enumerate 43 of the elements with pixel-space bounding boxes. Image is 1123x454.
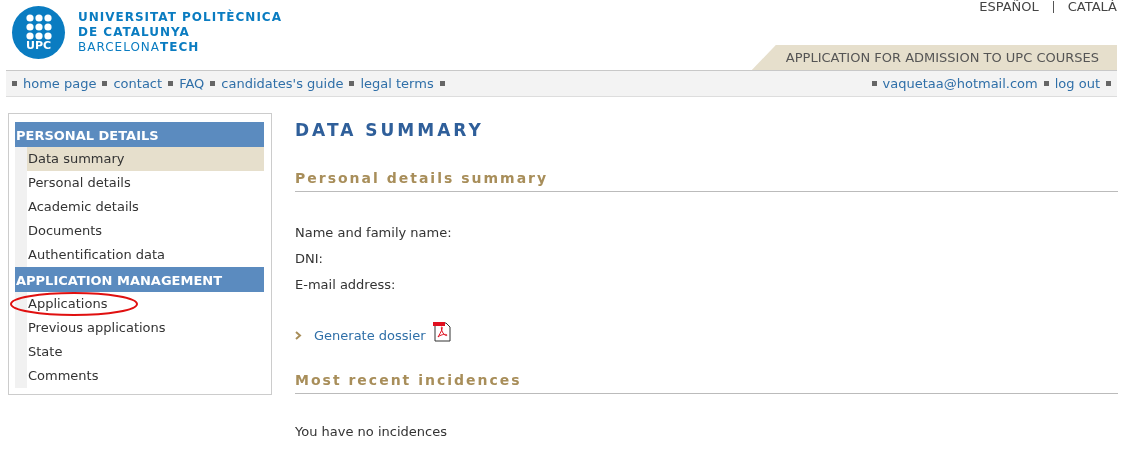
bullet-icon [210, 81, 216, 86]
sidebar-item[interactable]: Authentification data [27, 243, 264, 267]
bullet-icon [439, 81, 445, 86]
field-label: E-mail address: [295, 276, 397, 294]
sidebar-item[interactable]: Data summary [27, 147, 264, 171]
bullet-icon [168, 81, 174, 86]
sidebar-item[interactable]: Comments [27, 364, 264, 388]
sidebar-section-header: APPLICATION MANAGEMENT [15, 267, 264, 292]
sidebar-item[interactable]: State [27, 340, 264, 364]
nav-link[interactable]: contact [113, 73, 163, 94]
bullet-icon [349, 81, 355, 86]
generate-dossier-link[interactable]: Generate dossier [314, 326, 426, 346]
bullet-icon [871, 81, 877, 86]
chevron-icon [295, 331, 302, 341]
bullet-icon [102, 81, 108, 86]
dot-grid-icon [25, 14, 52, 40]
field-label: DNI: [295, 250, 324, 268]
bullet-icon [12, 81, 17, 86]
bullet-icon [1043, 81, 1049, 86]
sidebar-item[interactable]: Academic details [27, 195, 264, 219]
sidebar-item[interactable]: Documents [27, 219, 264, 243]
logo-badge-text: UPC [25, 40, 52, 51]
logo-text: UNIVERSITAT POLITÈCNICA [78, 10, 282, 25]
language-link[interactable]: ESPAÑOL [979, 0, 1039, 14]
page-title: DATA SUMMARY [295, 120, 485, 140]
sidebar-item[interactable]: Previous applications [27, 316, 264, 340]
nav-link[interactable]: home page [23, 73, 97, 94]
user-link[interactable]: log out [1054, 73, 1100, 94]
bullet-icon [1106, 81, 1111, 86]
pdf-icon[interactable] [432, 321, 452, 343]
user-link[interactable]: vaquetaa@hotmail.com [882, 73, 1038, 94]
nav-link[interactable]: legal terms [360, 73, 434, 94]
logo-text: DE CATALUNYA [78, 25, 191, 40]
field-label: Name and family name: [295, 224, 453, 242]
empty-message: You have no incidences [295, 422, 448, 441]
section-heading: Most recent incidences [295, 369, 1118, 394]
sidebar-item[interactable]: Personal details [27, 171, 264, 195]
nav-link[interactable]: candidates's guide [221, 73, 344, 94]
logo-text: BARCELONATECH [78, 40, 201, 55]
sidebar-section-header: PERSONAL DETAILS [15, 122, 264, 147]
section-heading: Personal details summary [295, 168, 1118, 192]
nav-link[interactable]: FAQ [179, 73, 205, 94]
sidebar-item[interactable]: Applications [27, 292, 264, 316]
